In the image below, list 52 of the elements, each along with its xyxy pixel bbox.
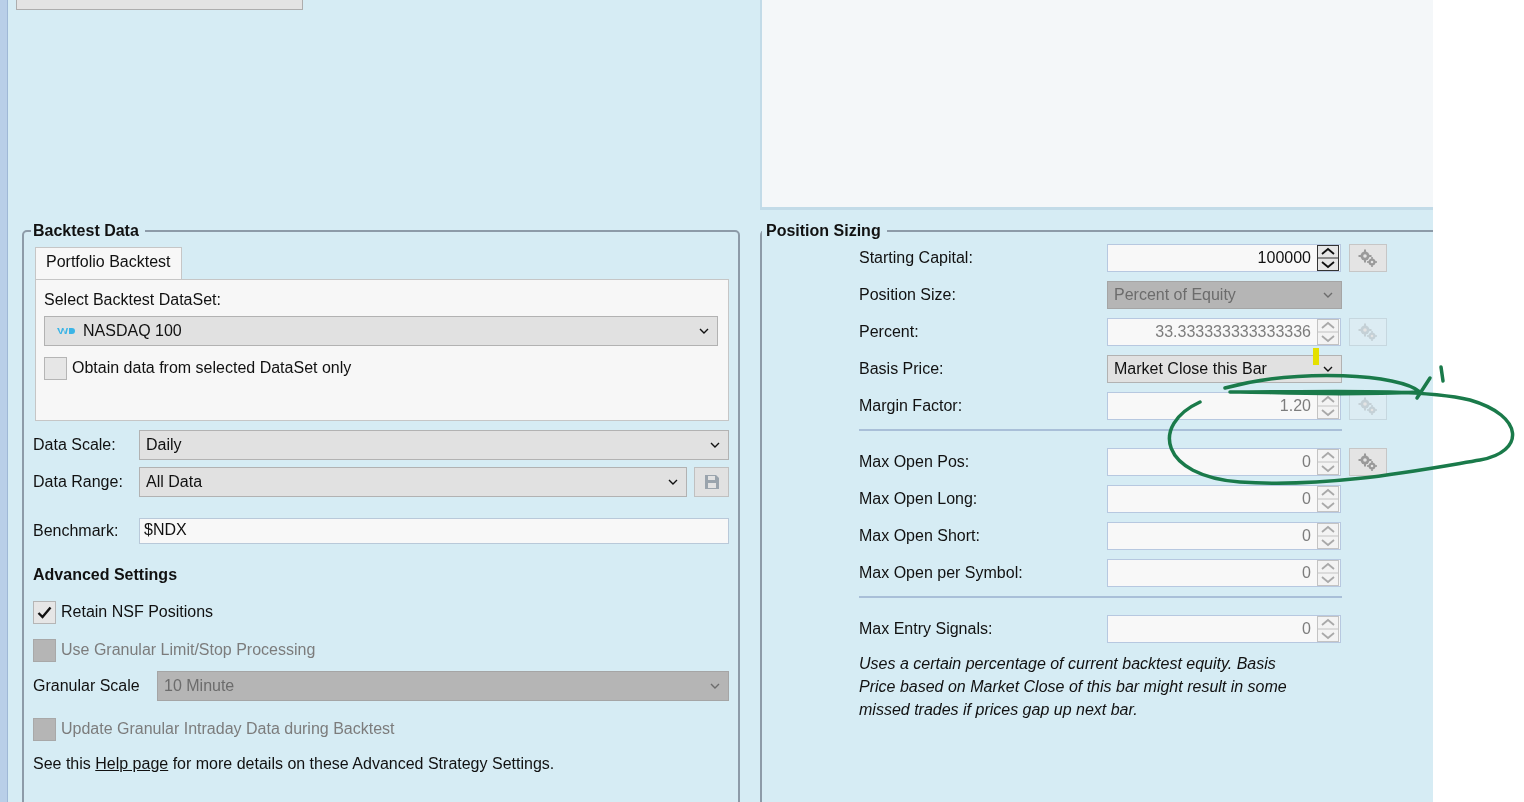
description-text: Uses a certain percentage of current backtest equity. Basis Price based on Market Close of this bar might result in some missed trades if prices gap up next bar. bbox=[859, 654, 1288, 720]
save-icon bbox=[703, 474, 720, 490]
highlight-mark bbox=[1313, 348, 1319, 365]
field-label: Max Open Long: bbox=[859, 490, 979, 508]
field-label: Position Size: bbox=[859, 286, 957, 304]
dataset-icon bbox=[57, 327, 75, 335]
caret-icon bbox=[699, 328, 709, 334]
caret-icon bbox=[668, 479, 678, 485]
caret-icon bbox=[1323, 366, 1333, 372]
help-link[interactable]: Help page bbox=[95, 755, 169, 772]
section-heading: Advanced Settings bbox=[33, 565, 179, 585]
caret-icon bbox=[1323, 292, 1333, 298]
benchmark-field[interactable]: $NDX bbox=[139, 518, 729, 544]
dropdown[interactable]: Market Close this Bar bbox=[1107, 355, 1342, 383]
gear-icon bbox=[1358, 396, 1378, 416]
field-label: Granular Scale bbox=[33, 677, 141, 695]
field-label: Max Open Pos: bbox=[859, 453, 971, 471]
field-label: Margin Factor: bbox=[859, 397, 964, 415]
field-label: Data Range: bbox=[33, 473, 124, 491]
checkbox-label: Obtain data from selected DataSet only bbox=[72, 359, 352, 377]
dropdown[interactable]: Daily bbox=[139, 430, 729, 460]
checkbox-label: Retain NSF Positions bbox=[61, 603, 214, 621]
field-label: Benchmark: bbox=[33, 522, 120, 540]
gear-icon bbox=[1358, 452, 1378, 472]
field-label: Starting Capital: bbox=[859, 249, 974, 267]
field-label: Basis Price: bbox=[859, 360, 945, 378]
settings-button[interactable] bbox=[1349, 244, 1387, 272]
checkbox[interactable] bbox=[44, 356, 67, 380]
group-title: Backtest Data bbox=[32, 222, 140, 240]
dropdown[interactable]: NASDAQ 100 bbox=[44, 316, 718, 346]
number-field[interactable]: 100000 bbox=[1107, 244, 1341, 272]
hand-drawn-marks bbox=[1415, 365, 1445, 400]
field-label: Max Open Short: bbox=[859, 527, 981, 545]
gear-icon bbox=[1358, 248, 1378, 268]
field-label: Max Entry Signals: bbox=[859, 620, 994, 638]
field-label: Max Open per Symbol: bbox=[859, 564, 1024, 582]
checkbox-label: Use Granular Limit/Stop Processing bbox=[61, 641, 316, 659]
dropdown[interactable]: All Data bbox=[139, 467, 687, 497]
gear-icon bbox=[1358, 322, 1378, 342]
field-label: Select Backtest DataSet: bbox=[44, 291, 222, 310]
checkbox-label: Update Granular Intraday Data during Backtest bbox=[61, 720, 395, 738]
field-label: Data Scale: bbox=[33, 436, 117, 454]
caret-icon bbox=[710, 683, 720, 689]
checkmark-icon bbox=[37, 605, 52, 619]
spin-arrows-icon[interactable] bbox=[1317, 245, 1339, 271]
group-title: Position Sizing bbox=[765, 222, 882, 240]
help-text: See this Help page for more details on these Advanced Strategy Settings. bbox=[33, 755, 556, 773]
tab[interactable]: Portfolio Backtest bbox=[35, 247, 182, 279]
save-button[interactable] bbox=[694, 467, 729, 497]
checkbox[interactable] bbox=[33, 600, 56, 624]
caret-icon bbox=[710, 442, 720, 448]
field-label: Percent: bbox=[859, 323, 920, 341]
